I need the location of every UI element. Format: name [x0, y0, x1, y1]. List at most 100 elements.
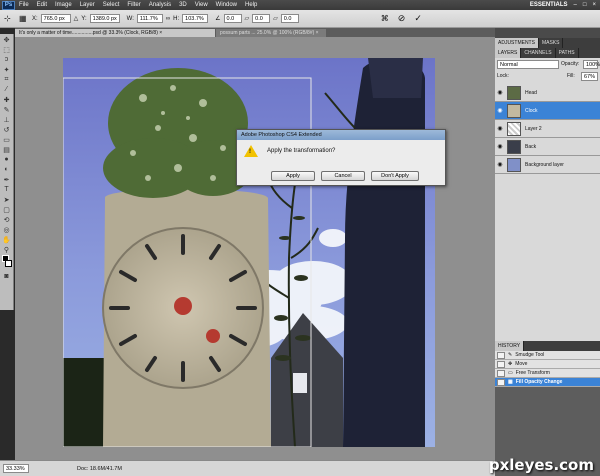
history-fill-opacity-change[interactable]: ▦ Fill Opacity Change: [495, 378, 600, 387]
menu-edit[interactable]: Edit: [37, 2, 47, 8]
history-brush-tool-icon[interactable]: ↺: [2, 125, 12, 134]
apply-button[interactable]: Apply: [271, 171, 315, 181]
menu-select[interactable]: Select: [103, 2, 120, 8]
history-smudge-tool[interactable]: ✎ Smudge Tool: [495, 351, 600, 360]
menu-view[interactable]: View: [195, 2, 208, 8]
tab-channels[interactable]: CHANNELS: [521, 48, 556, 58]
tab-possum-parts[interactable]: possum parts ... 25.0% @ 100% (RGB/8#) ×: [216, 29, 326, 37]
shape-tool-icon[interactable]: ▢: [2, 205, 12, 214]
healing-brush-tool-icon[interactable]: ✚: [2, 95, 12, 104]
zoom-tool-icon[interactable]: ⚲: [2, 245, 12, 254]
workspace-switcher[interactable]: ESSENTIALS: [530, 2, 568, 8]
tab-layers[interactable]: LAYERS: [495, 48, 522, 58]
brush-tool-icon[interactable]: ✎: [2, 105, 12, 114]
document-canvas[interactable]: [63, 58, 435, 447]
gradient-tool-icon[interactable]: ▤: [2, 145, 12, 154]
pen-tool-icon[interactable]: ✒: [2, 175, 12, 184]
height-field[interactable]: 103.7%: [182, 14, 209, 23]
dodge-tool-icon[interactable]: ◐: [2, 165, 12, 174]
color-swatches[interactable]: [1, 255, 12, 271]
layer-layer-2[interactable]: ◉ Layer 2: [495, 120, 600, 138]
menu-filter[interactable]: Filter: [127, 2, 140, 8]
eye-icon[interactable]: ◉: [495, 89, 505, 96]
layer-clock[interactable]: ◉ Clock: [495, 102, 600, 120]
marquee-tool-icon[interactable]: ⬚: [2, 45, 12, 54]
tab-history[interactable]: HISTORY: [495, 341, 525, 351]
y-field[interactable]: 1389.0 px: [89, 14, 120, 23]
commit-transform-icon[interactable]: ✓: [414, 13, 422, 24]
h-skew-icon: ▱: [244, 16, 250, 22]
minimize-icon[interactable]: –: [574, 2, 577, 8]
eraser-tool-icon[interactable]: ▭: [2, 135, 12, 144]
menu-bar: Ps File Edit Image Layer Select Filter A…: [0, 0, 600, 10]
zoom-level-field[interactable]: 33.33%: [3, 464, 29, 473]
v-skew-icon: ▱: [273, 16, 278, 22]
menu-analysis[interactable]: Analysis: [149, 2, 171, 8]
path-selection-tool-icon[interactable]: ➤: [2, 195, 12, 204]
tab-masks[interactable]: MASKS: [539, 38, 564, 48]
layer-background[interactable]: ◉ Background layer: [495, 156, 600, 174]
fill-field[interactable]: 67%: [581, 72, 598, 81]
blur-tool-icon[interactable]: ●: [2, 155, 12, 164]
cancel-button[interactable]: Cancel: [321, 171, 365, 181]
window-controls: ESSENTIALS – □ ×: [530, 0, 596, 10]
reference-point-icon[interactable]: ▦: [19, 14, 29, 23]
move-tool-icon[interactable]: ✥: [2, 35, 12, 44]
layer-thumbnail: [507, 139, 521, 154]
clone-stamp-tool-icon[interactable]: ⊥: [2, 115, 12, 124]
background-color-swatch[interactable]: [4, 260, 12, 267]
menu-file[interactable]: File: [19, 2, 29, 8]
tab-adjustments[interactable]: ADJUSTMENTS: [495, 38, 539, 48]
layer-back[interactable]: ◉ Back: [495, 138, 600, 156]
layer-head[interactable]: ◉ Head: [495, 84, 600, 102]
hand-tool-icon[interactable]: ✋: [2, 235, 12, 244]
3d-rotate-tool-icon[interactable]: ⟲: [2, 215, 12, 224]
close-icon[interactable]: ×: [592, 2, 596, 8]
menu-layer[interactable]: Layer: [80, 2, 95, 8]
crop-tool-icon[interactable]: ⌗: [2, 75, 12, 84]
blend-mode-select[interactable]: Normal: [497, 60, 559, 69]
lasso-tool-icon[interactable]: ↄ: [2, 55, 12, 64]
angle-field[interactable]: 0.0: [223, 14, 242, 23]
fill-label: Fill:: [567, 73, 575, 79]
toolbox: ✥ ⬚ ↄ ✦ ⌗ ⁄ ✚ ✎ ⊥ ↺ ▭ ▤ ● ◐ ✒ T ➤ ▢ ⟲ ◎ …: [0, 34, 14, 310]
watermark: pxleyes.com: [488, 456, 594, 474]
history-free-transform[interactable]: ▭ Free Transform: [495, 369, 600, 378]
opacity-field[interactable]: 100%: [583, 60, 600, 69]
tab-paths[interactable]: PATHS: [556, 48, 579, 58]
menu-window[interactable]: Window: [216, 2, 237, 8]
history-checkbox[interactable]: [497, 351, 505, 359]
history-checkbox[interactable]: [497, 378, 505, 386]
warp-toggle-icon[interactable]: ⌘: [381, 14, 389, 23]
apply-transformation-dialog: Adobe Photoshop CS4 Extended ! Apply the…: [236, 129, 446, 186]
maximize-icon[interactable]: □: [583, 2, 587, 8]
eye-icon[interactable]: ◉: [495, 161, 505, 168]
cancel-transform-icon[interactable]: ⊘: [398, 13, 406, 24]
tab-clock-document[interactable]: It's only a matter of time..............…: [15, 29, 215, 37]
magic-wand-tool-icon[interactable]: ✦: [2, 65, 12, 74]
x-field[interactable]: 765.0 px: [40, 14, 71, 23]
quick-mask-icon[interactable]: ◙: [2, 272, 12, 281]
width-field[interactable]: 111.7%: [136, 14, 163, 23]
h-skew-field[interactable]: 0.0: [252, 14, 271, 23]
history-checkbox[interactable]: [497, 369, 505, 377]
link-icon[interactable]: ∞: [166, 16, 170, 22]
menu-image[interactable]: Image: [55, 2, 72, 8]
eye-icon[interactable]: ◉: [495, 143, 505, 150]
eye-icon[interactable]: ◉: [495, 125, 505, 132]
v-skew-field[interactable]: 0.0: [280, 14, 299, 23]
layers-tabs: LAYERS CHANNELS PATHS: [495, 48, 600, 58]
transform-tool-icon[interactable]: ⊹: [4, 14, 16, 23]
menu-help[interactable]: Help: [245, 2, 257, 8]
eyedropper-tool-icon[interactable]: ⁄: [2, 85, 12, 94]
history-checkbox[interactable]: [497, 360, 505, 368]
3d-orbit-tool-icon[interactable]: ◎: [2, 225, 12, 234]
relative-position-icon[interactable]: △: [74, 15, 79, 22]
interpolation-field[interactable]: [302, 14, 332, 23]
menu-3d[interactable]: 3D: [179, 2, 187, 8]
dont-apply-button[interactable]: Don't Apply: [371, 171, 419, 181]
layers-empty-area: [495, 174, 600, 341]
history-move[interactable]: ✥ Move: [495, 360, 600, 369]
type-tool-icon[interactable]: T: [2, 185, 12, 194]
eye-icon[interactable]: ◉: [495, 107, 505, 114]
